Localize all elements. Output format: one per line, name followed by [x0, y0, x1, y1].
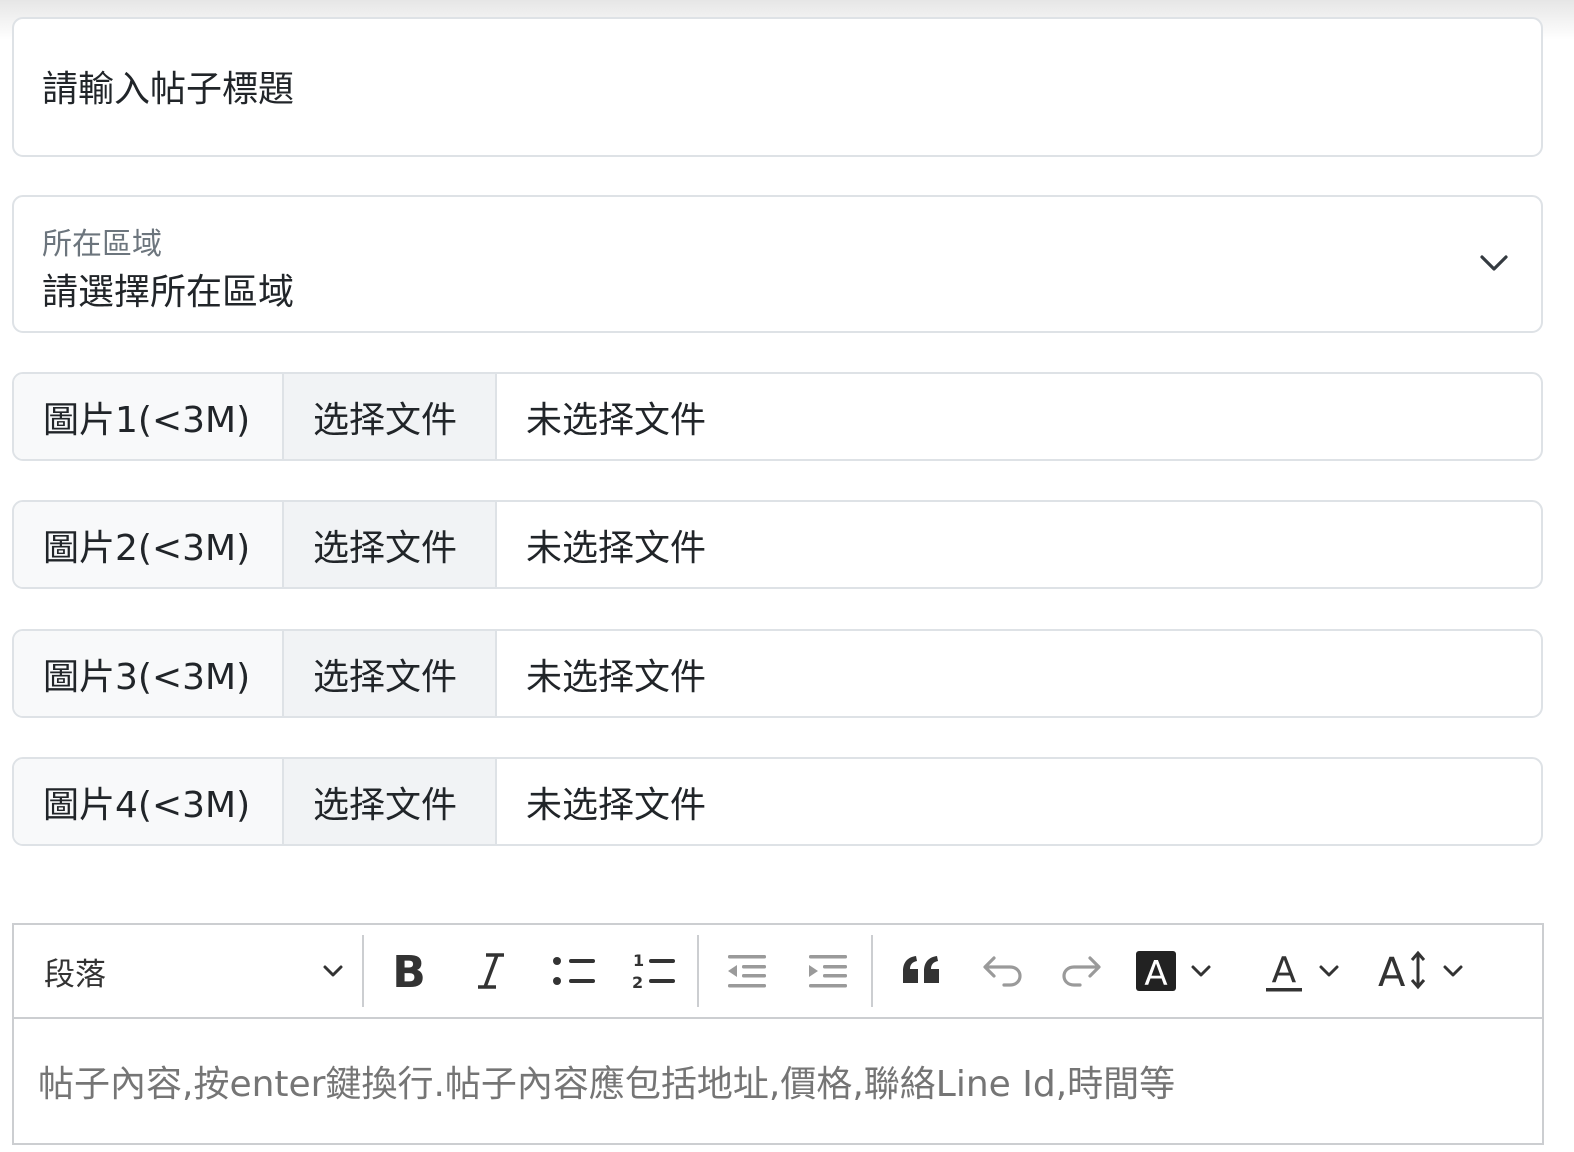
image-upload-label: 圖片1(<3M)	[14, 374, 284, 459]
image-upload-2: 圖片2(<3M) 选择文件 未选择文件	[12, 500, 1543, 589]
chevron-down-icon	[323, 965, 343, 977]
svg-text:A: A	[1378, 950, 1406, 994]
indent-icon	[809, 955, 847, 988]
outdent-icon	[728, 955, 766, 988]
outdent-button[interactable]	[719, 925, 775, 1017]
region-select[interactable]: 所在區域 請選擇所在區域	[12, 195, 1543, 333]
numbered-list-icon: 1 2	[632, 951, 675, 992]
blockquote-icon	[903, 956, 939, 983]
font-background-color-dropdown[interactable]: A	[1134, 925, 1246, 1017]
italic-button[interactable]	[466, 925, 516, 1017]
editor-content-area[interactable]: 帖子內容,按enter鍵換行.帖子內容應包括地址,價格,聯絡Line Id,時間…	[14, 1019, 1542, 1143]
image-upload-3: 圖片3(<3M) 选择文件 未选择文件	[12, 629, 1543, 718]
image-upload-4: 圖片4(<3M) 选择文件 未选择文件	[12, 757, 1543, 846]
indent-button[interactable]	[800, 925, 856, 1017]
redo-button[interactable]	[1054, 925, 1110, 1017]
svg-text:2: 2	[632, 973, 643, 992]
font-color-dropdown[interactable]: A	[1264, 925, 1364, 1017]
choose-file-button[interactable]: 选择文件	[284, 631, 497, 716]
post-title-field[interactable]	[12, 17, 1543, 157]
font-size-icon: A	[1378, 950, 1426, 994]
image-upload-label: 圖片2(<3M)	[14, 502, 284, 587]
chevron-down-icon	[1319, 965, 1339, 977]
file-status: 未选择文件	[526, 527, 707, 569]
bulleted-list-button[interactable]	[546, 925, 602, 1017]
chevron-down-icon	[1443, 965, 1463, 977]
heading-dropdown[interactable]: 段落	[44, 925, 344, 1017]
choose-file-button[interactable]: 选择文件	[284, 502, 497, 587]
numbered-list-button[interactable]: 1 2	[626, 925, 682, 1017]
choose-file-button[interactable]: 选择文件	[284, 374, 497, 459]
undo-button[interactable]	[974, 925, 1030, 1017]
file-status: 未选择文件	[526, 399, 707, 441]
image-upload-1: 圖片1(<3M) 选择文件 未选择文件	[12, 372, 1543, 461]
chevron-down-icon	[1191, 965, 1211, 977]
svg-text:B: B	[392, 949, 426, 993]
blockquote-button[interactable]	[894, 925, 950, 1017]
font-background-color-icon: A	[1136, 951, 1176, 993]
font-size-dropdown[interactable]: A	[1376, 925, 1486, 1017]
image-upload-label: 圖片3(<3M)	[14, 631, 284, 716]
editor-placeholder: 帖子內容,按enter鍵換行.帖子內容應包括地址,價格,聯絡Line Id,時間…	[38, 1064, 1176, 1105]
post-title-input[interactable]	[42, 63, 1502, 115]
bold-icon: B	[392, 949, 426, 993]
undo-icon	[983, 956, 1022, 987]
toolbar-separator	[362, 935, 364, 1007]
region-selected-value: 請選擇所在區域	[42, 272, 295, 313]
italic-icon	[478, 953, 504, 989]
rich-text-editor: 段落 B 1 2 A A A 帖子內容,按enter鍵換行.帖子內容應包括地址,…	[12, 923, 1544, 1145]
file-status: 未选择文件	[526, 656, 707, 698]
region-label: 所在區域	[42, 227, 162, 262]
svg-text:1: 1	[633, 951, 644, 970]
font-color-icon: A	[1266, 950, 1302, 992]
svg-text:A: A	[1144, 954, 1167, 993]
bold-button[interactable]: B	[384, 925, 434, 1017]
toolbar-separator	[871, 935, 873, 1007]
toolbar-separator	[697, 935, 699, 1007]
choose-file-button[interactable]: 选择文件	[284, 759, 497, 844]
svg-text:A: A	[1272, 950, 1297, 991]
image-upload-label: 圖片4(<3M)	[14, 759, 284, 844]
heading-dropdown-label: 段落	[44, 956, 106, 993]
bulleted-list-icon	[553, 957, 595, 985]
redo-icon	[1062, 956, 1101, 987]
chevron-down-icon	[1480, 255, 1508, 271]
editor-toolbar: 段落 B 1 2 A A A	[14, 925, 1542, 1019]
file-status: 未选择文件	[526, 784, 707, 826]
